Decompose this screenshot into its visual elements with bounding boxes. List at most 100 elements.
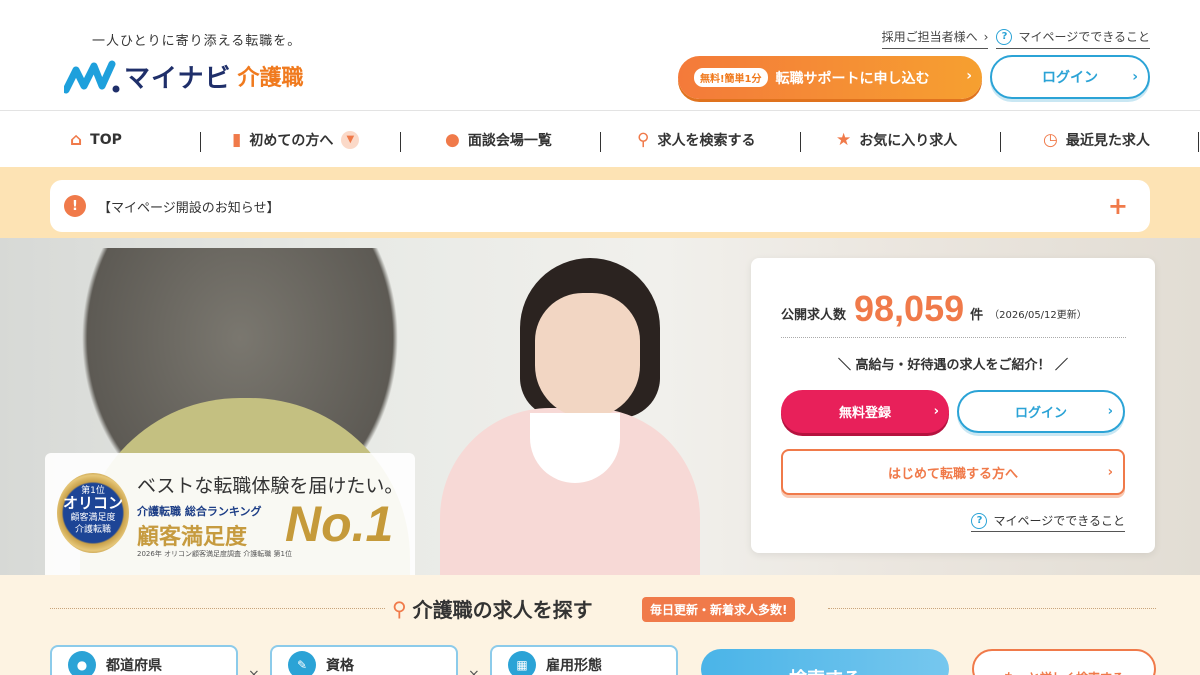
login-label: ログイン bbox=[1042, 70, 1098, 86]
divider bbox=[828, 608, 1156, 609]
count-label: 公開求人数 bbox=[781, 308, 847, 323]
badge-big: 顧客満足度 bbox=[137, 525, 248, 550]
nav-divider bbox=[800, 132, 801, 152]
panel-mypage-label: マイページでできること bbox=[993, 514, 1125, 528]
badge-headline: ベストな転職体験を届けたい。 bbox=[137, 475, 404, 497]
support-label: 転職サポートに申し込む bbox=[775, 70, 930, 87]
mypage-features-link[interactable]: ? マイページでできること bbox=[996, 28, 1150, 49]
question-icon: ? bbox=[971, 512, 988, 529]
qualification-select[interactable]: ✎ 資格 bbox=[270, 645, 458, 675]
hero-photo-caregiver-face bbox=[535, 293, 640, 418]
top-links: 採用ご担当者様へ › ? マイページでできること bbox=[881, 28, 1150, 49]
nav-divider bbox=[200, 132, 201, 152]
logo-sub: 介護職 bbox=[237, 66, 304, 91]
prefecture-select[interactable]: ● 都道府県 bbox=[50, 645, 238, 675]
slash-right-icon: ／ bbox=[1055, 358, 1069, 373]
count-date: （2026/05/12更新） bbox=[989, 310, 1087, 321]
search-icon: ⚲ bbox=[392, 596, 407, 621]
nav-divider bbox=[1198, 132, 1199, 152]
search-icon: ⚲ bbox=[637, 129, 650, 150]
filter-label: 雇用形態 bbox=[546, 658, 602, 674]
chevron-down-icon: ▼ bbox=[341, 130, 360, 149]
notice-bar[interactable]: ! 【マイページ開設のお知らせ】 + bbox=[50, 180, 1150, 232]
count-unit: 件 bbox=[970, 308, 984, 323]
recruiter-link[interactable]: 採用ご担当者様へ › bbox=[881, 28, 989, 49]
chevron-right-icon: › bbox=[1132, 69, 1138, 85]
divider bbox=[50, 608, 385, 609]
search-title: ⚲ 介護職の求人を探す bbox=[392, 594, 593, 623]
panel-mypage-link[interactable]: ? マイページでできること bbox=[971, 512, 1125, 532]
free-register-label: 無料登録 bbox=[838, 406, 891, 421]
medal-name: オリコン bbox=[62, 494, 123, 512]
bookmark-icon: ▮ bbox=[232, 129, 242, 150]
free-register-button[interactable]: 無料登録 › bbox=[781, 390, 949, 433]
nav-label: 初めての方へ bbox=[249, 132, 334, 149]
recruiter-link-label: 採用ご担当者様へ bbox=[881, 30, 978, 44]
filter-label: 資格 bbox=[326, 658, 354, 674]
mynavi-logo-icon bbox=[64, 60, 120, 94]
search-title-label: 介護職の求人を探す bbox=[412, 598, 593, 622]
exclamation-icon: ! bbox=[64, 195, 86, 217]
times-icon: × bbox=[468, 667, 480, 675]
nav-item-venues[interactable]: ● 面談会場一覧 bbox=[445, 112, 552, 167]
nav-item-recent[interactable]: ◷ 最近見た求人 bbox=[1043, 112, 1150, 167]
page: 一人ひとりに寄り添える転職を。 マイナビ 介護職 採用ご担当者様へ › ? マイ… bbox=[0, 0, 1200, 675]
nav-label: お気に入り求人 bbox=[859, 132, 958, 149]
panel-login-button[interactable]: ログイン › bbox=[957, 390, 1125, 433]
chevron-right-icon: › bbox=[966, 68, 972, 84]
logo-text: マイナビ bbox=[124, 63, 232, 94]
notice-text: 【マイページ開設のお知らせ】 bbox=[98, 200, 280, 216]
location-icon: ● bbox=[68, 651, 96, 675]
pencil-icon: ✎ bbox=[288, 651, 316, 675]
expand-plus-icon[interactable]: + bbox=[1108, 192, 1128, 220]
career-support-button[interactable]: 無料!簡単1分 転職サポートに申し込む › bbox=[678, 56, 982, 99]
nav-label: 最近見た求人 bbox=[1065, 132, 1150, 149]
search-button[interactable]: 検索する bbox=[701, 649, 949, 675]
chevron-right-icon: › bbox=[933, 404, 939, 419]
mypage-link-label: マイページでできること bbox=[1018, 30, 1150, 44]
map-pin-icon: ● bbox=[445, 129, 460, 150]
clock-icon: ◷ bbox=[1043, 129, 1058, 150]
site-logo[interactable]: マイナビ 介護職 bbox=[64, 56, 304, 96]
job-search-section: ⚲ 介護職の求人を探す 毎日更新・新着求人多数! ● 都道府県 × ✎ 資格 ×… bbox=[0, 575, 1200, 675]
chevron-right-icon: › bbox=[1107, 464, 1113, 480]
panel-login-label: ログイン bbox=[1014, 406, 1067, 421]
hero-panel: 公開求人数 98,059 件 （2026/05/12更新） ＼ 高給与・好待遇の… bbox=[751, 258, 1155, 553]
nav-divider bbox=[1000, 132, 1001, 152]
home-icon: ⌂ bbox=[70, 129, 83, 150]
badge-subline: 介護転職 総合ランキング bbox=[137, 505, 262, 518]
employment-type-select[interactable]: ▦ 雇用形態 bbox=[490, 645, 678, 675]
nav-item-top[interactable]: ⌂ TOP bbox=[70, 112, 122, 167]
promo-text: ＼ 高給与・好待遇の求人をご紹介！ ／ bbox=[751, 354, 1155, 373]
nav-label: TOP bbox=[90, 131, 122, 148]
nav-item-favorites[interactable]: ★ お気に入り求人 bbox=[836, 112, 957, 167]
count-value: 98,059 bbox=[854, 288, 965, 329]
medal-sub: 顧客満足度 bbox=[70, 513, 116, 523]
times-icon: × bbox=[248, 667, 260, 675]
first-time-label: はじめて転職する方へ bbox=[887, 466, 1018, 482]
first-time-button[interactable]: はじめて転職する方へ › bbox=[781, 449, 1125, 495]
support-badge: 無料!簡単1分 bbox=[694, 68, 768, 87]
tagline: 一人ひとりに寄り添える転職を。 bbox=[92, 34, 302, 49]
site-header: 一人ひとりに寄り添える転職を。 マイナビ 介護職 採用ご担当者様へ › ? マイ… bbox=[0, 0, 1200, 111]
star-icon: ★ bbox=[836, 129, 852, 150]
nav-item-first-time[interactable]: ▮ 初めての方へ ▼ bbox=[232, 112, 360, 167]
header-login-button[interactable]: ログイン › bbox=[990, 55, 1150, 99]
medal-cat: 介護転職 bbox=[74, 525, 111, 535]
oricon-medal-icon: 第1位 オリコン 顧客満足度 介護転職 bbox=[57, 473, 129, 553]
question-icon: ? bbox=[996, 28, 1013, 45]
daily-update-badge: 毎日更新・新着求人多数! bbox=[642, 597, 796, 622]
advanced-search-button[interactable]: もっと詳しく検索する bbox=[972, 649, 1156, 675]
nav-item-search[interactable]: ⚲ 求人を検索する bbox=[637, 112, 755, 167]
nav-divider bbox=[600, 132, 601, 152]
filter-label: 都道府県 bbox=[106, 658, 162, 674]
chevron-right-icon: › bbox=[983, 29, 989, 44]
global-nav: ⌂ TOP ▮ 初めての方へ ▼ ● 面談会場一覧 ⚲ 求人を検索する ★ お気… bbox=[0, 112, 1200, 167]
award-badge: 第1位 オリコン 顧客満足度 介護転職 ベストな転職体験を届けたい。 介護転職 … bbox=[45, 453, 415, 575]
building-icon: ▦ bbox=[508, 651, 536, 675]
badge-note: 2026年 オリコン顧客満足度調査 介護転職 第1位 bbox=[137, 550, 292, 558]
job-count: 公開求人数 98,059 件 （2026/05/12更新） bbox=[781, 286, 1126, 338]
nav-divider bbox=[400, 132, 401, 152]
badge-no1: No.1 bbox=[285, 496, 394, 552]
chevron-right-icon: › bbox=[1107, 404, 1113, 419]
